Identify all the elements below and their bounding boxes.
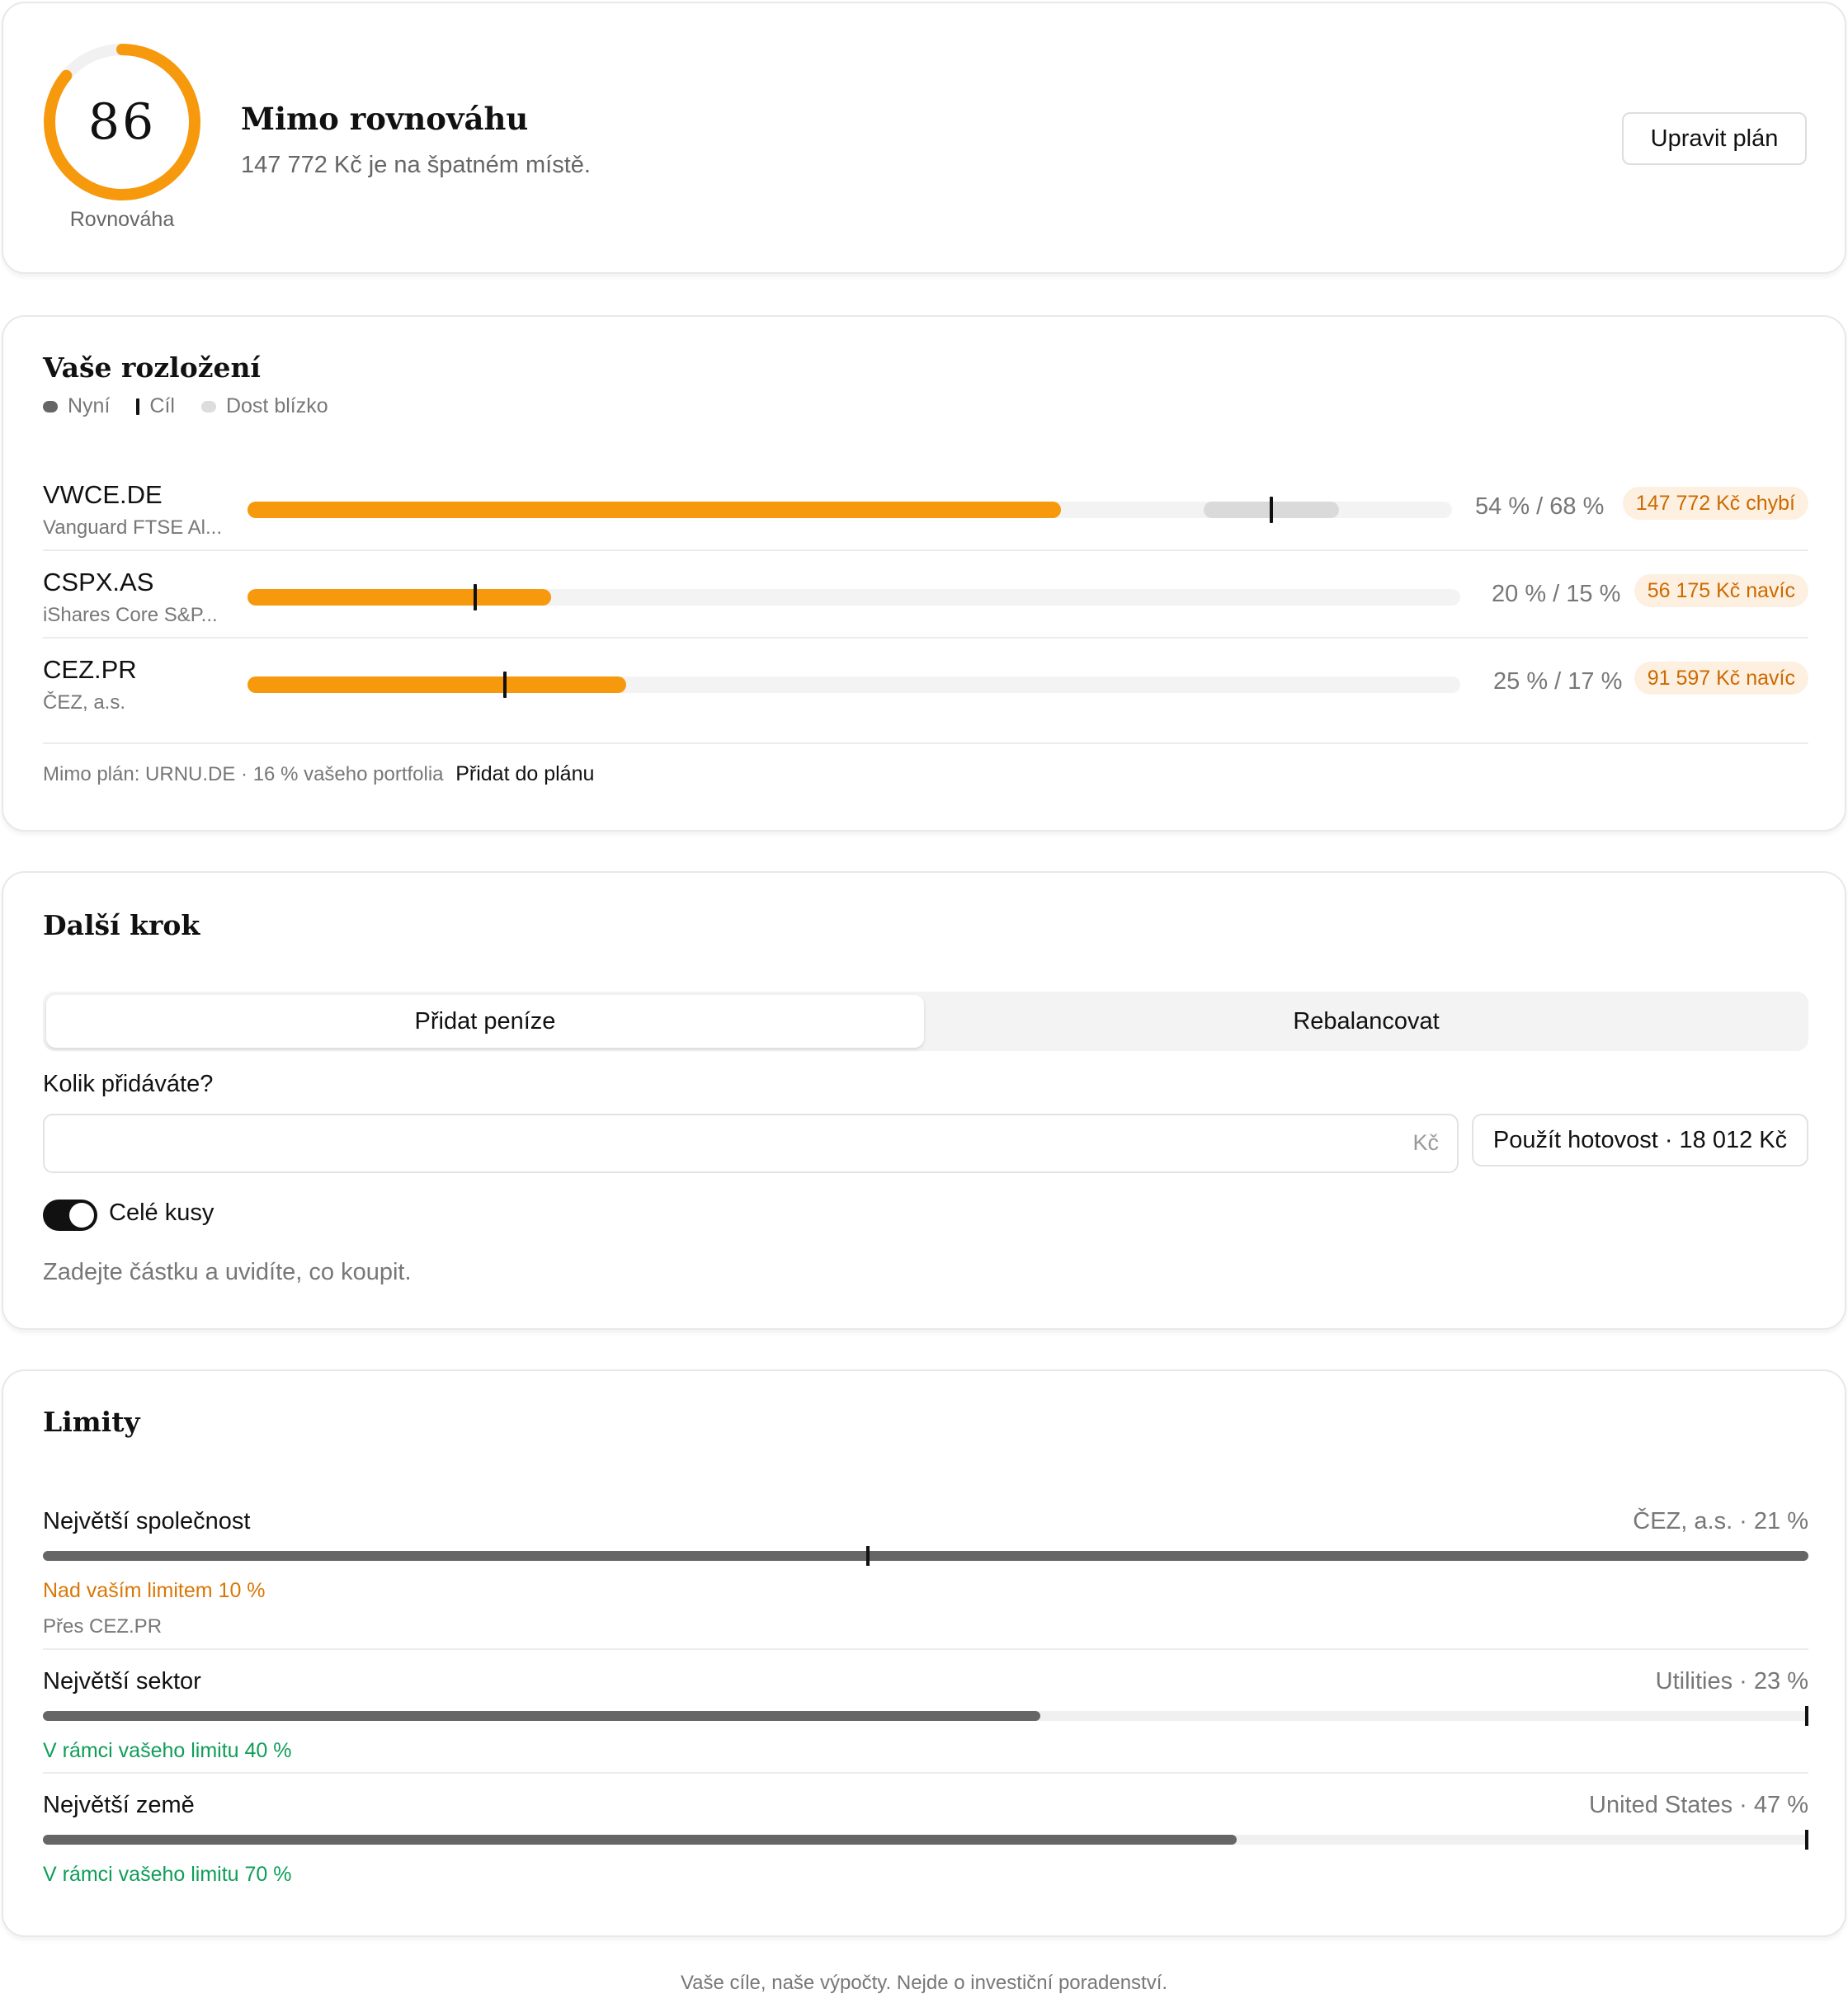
limits-card: Limity Největší společnost ČEZ, a.s. · 2… (2, 1369, 1846, 1937)
whole-units-label: Celé kusy (109, 1200, 214, 1226)
row-fund-name: iShares Core S&P... (43, 604, 218, 626)
allocation-row[interactable]: VWCE.DE Vanguard FTSE Al... 54 % / 68 % … (43, 472, 1808, 559)
legend-current-label: Nyní (68, 394, 111, 417)
allocation-card: Vaše rozložení Nyní Cíl Dost blízko VWCE… (2, 315, 1846, 832)
limit-bar-track (43, 1706, 1808, 1726)
off-plan-notice: Mimo plán: URNU.DE · 16 % vašeho portfol… (43, 762, 594, 786)
next-step-title: Další krok (43, 909, 200, 941)
next-step-card: Další krok Přidat peníze Rebalancovat Ko… (2, 871, 1846, 1330)
limit-label: Největší sektor (43, 1668, 201, 1695)
amount-field-wrapper: Kč (43, 1114, 1459, 1173)
limit-source: Přes CEZ.PR (43, 1615, 163, 1638)
limit-value: Utilities · 23 % (1655, 1668, 1808, 1695)
row-difference-badge: 56 175 Kč navíc (1634, 574, 1808, 607)
legend-close-label: Dost blízko (225, 394, 328, 417)
limit-largest-sector: Největší sektor Utilities · 23 % V rámci… (43, 1668, 1808, 1762)
row-percent-text: 25 % / 17 % (1493, 668, 1623, 695)
legend-current-dot (43, 400, 58, 412)
current-allocation-fill (248, 589, 551, 606)
limit-divider (43, 1648, 1808, 1650)
edit-plan-button[interactable]: Upravit plán (1622, 112, 1807, 165)
allocation-legend: Nyní Cíl Dost blízko (43, 394, 355, 418)
allocation-row[interactable]: CEZ.PR ČEZ, a.s. 25 % / 17 % 91 597 Kč n… (43, 647, 1808, 734)
balance-score-card: 86 Rovnováha Mimo rovnováhu 147 772 Kč j… (2, 2, 1846, 274)
row-difference-badge: 147 772 Kč chybí (1622, 487, 1808, 520)
allocation-bar-track (248, 497, 1452, 523)
legend-target-label: Cíl (149, 394, 175, 417)
row-fund-name: ČEZ, a.s. (43, 691, 126, 714)
balance-status-title: Mimo rovnováhu (241, 101, 529, 137)
allocation-bar-track (248, 584, 1460, 610)
row-percent-text: 20 % / 15 % (1492, 581, 1621, 607)
limit-marker (1805, 1830, 1808, 1850)
limit-status: V rámci vašeho limitu 70 % (43, 1863, 292, 1886)
allocation-row[interactable]: CSPX.AS iShares Core S&P... 20 % / 15 % … (43, 559, 1808, 647)
row-ticker: CEZ.PR (43, 655, 137, 684)
use-cash-button[interactable]: Použít hotovost · 18 012 Kč (1472, 1114, 1808, 1167)
toggle-knob (69, 1203, 94, 1228)
amount-hint: Zadejte částku a uvidíte, co koupit. (43, 1259, 412, 1285)
current-allocation-fill (248, 676, 627, 693)
limit-bar-fill (43, 1711, 1041, 1721)
limit-status: V rámci vašeho limitu 40 % (43, 1739, 292, 1762)
row-ticker: CSPX.AS (43, 568, 154, 596)
target-marker (473, 584, 477, 610)
balance-score-label: Rovnováha (69, 208, 175, 231)
limit-value: United States · 47 % (1589, 1792, 1808, 1818)
legend-current: Nyní (43, 394, 110, 418)
limit-bar-fill (43, 1551, 1808, 1561)
section-divider (43, 742, 1808, 744)
limit-marker (865, 1546, 870, 1566)
balance-score-value: 86 (87, 93, 157, 151)
target-marker (1270, 497, 1273, 523)
currency-suffix: Kč (1412, 1130, 1439, 1155)
limit-label: Největší společnost (43, 1508, 251, 1534)
row-divider (43, 637, 1808, 639)
legend-close: Dost blízko (200, 394, 328, 418)
target-marker (503, 672, 507, 698)
limit-status: Nad vaším limitem 10 % (43, 1579, 266, 1602)
tab-rebalance[interactable]: Rebalancovat (927, 995, 1805, 1048)
limit-bar-track (43, 1830, 1808, 1850)
limit-value: ČEZ, a.s. · 21 % (1633, 1508, 1808, 1534)
limit-divider (43, 1772, 1808, 1774)
limit-largest-company: Největší společnost ČEZ, a.s. · 21 % Nad… (43, 1508, 1808, 1638)
legend-target-tick (136, 398, 140, 415)
limit-label: Největší země (43, 1792, 195, 1818)
limit-bar-fill (43, 1835, 1237, 1845)
limit-largest-country: Největší země United States · 47 % V rám… (43, 1792, 1808, 1886)
limits-title: Limity (43, 1406, 140, 1438)
limit-bar-track (43, 1546, 1808, 1566)
action-segmented-control: Přidat peníze Rebalancovat (43, 992, 1808, 1051)
allocation-bar-track (248, 672, 1460, 698)
tab-add-money[interactable]: Přidat peníze (46, 995, 924, 1048)
add-to-plan-link[interactable]: Přidat do plánu (455, 762, 594, 785)
disclaimer-footer: Vaše cíle, naše výpočty. Nejde o investi… (680, 1972, 1168, 1994)
row-divider (43, 549, 1808, 551)
amount-label: Kolik přidáváte? (43, 1071, 214, 1097)
balance-status-subtitle: 147 772 Kč je na špatném místě. (241, 152, 591, 178)
row-difference-badge: 91 597 Kč navíc (1634, 662, 1808, 695)
row-ticker: VWCE.DE (43, 480, 163, 509)
row-percent-text: 54 % / 68 % (1475, 493, 1605, 520)
limit-marker (1805, 1706, 1808, 1726)
legend-close-dot (200, 400, 216, 412)
current-allocation-fill (248, 502, 1061, 518)
legend-target: Cíl (136, 394, 175, 418)
whole-units-toggle[interactable] (43, 1200, 97, 1231)
off-plan-text: Mimo plán: URNU.DE · 16 % vašeho portfol… (43, 763, 444, 785)
amount-input[interactable] (61, 1115, 1365, 1171)
allocation-title: Vaše rozložení (43, 351, 261, 384)
row-fund-name: Vanguard FTSE Al... (43, 516, 222, 539)
